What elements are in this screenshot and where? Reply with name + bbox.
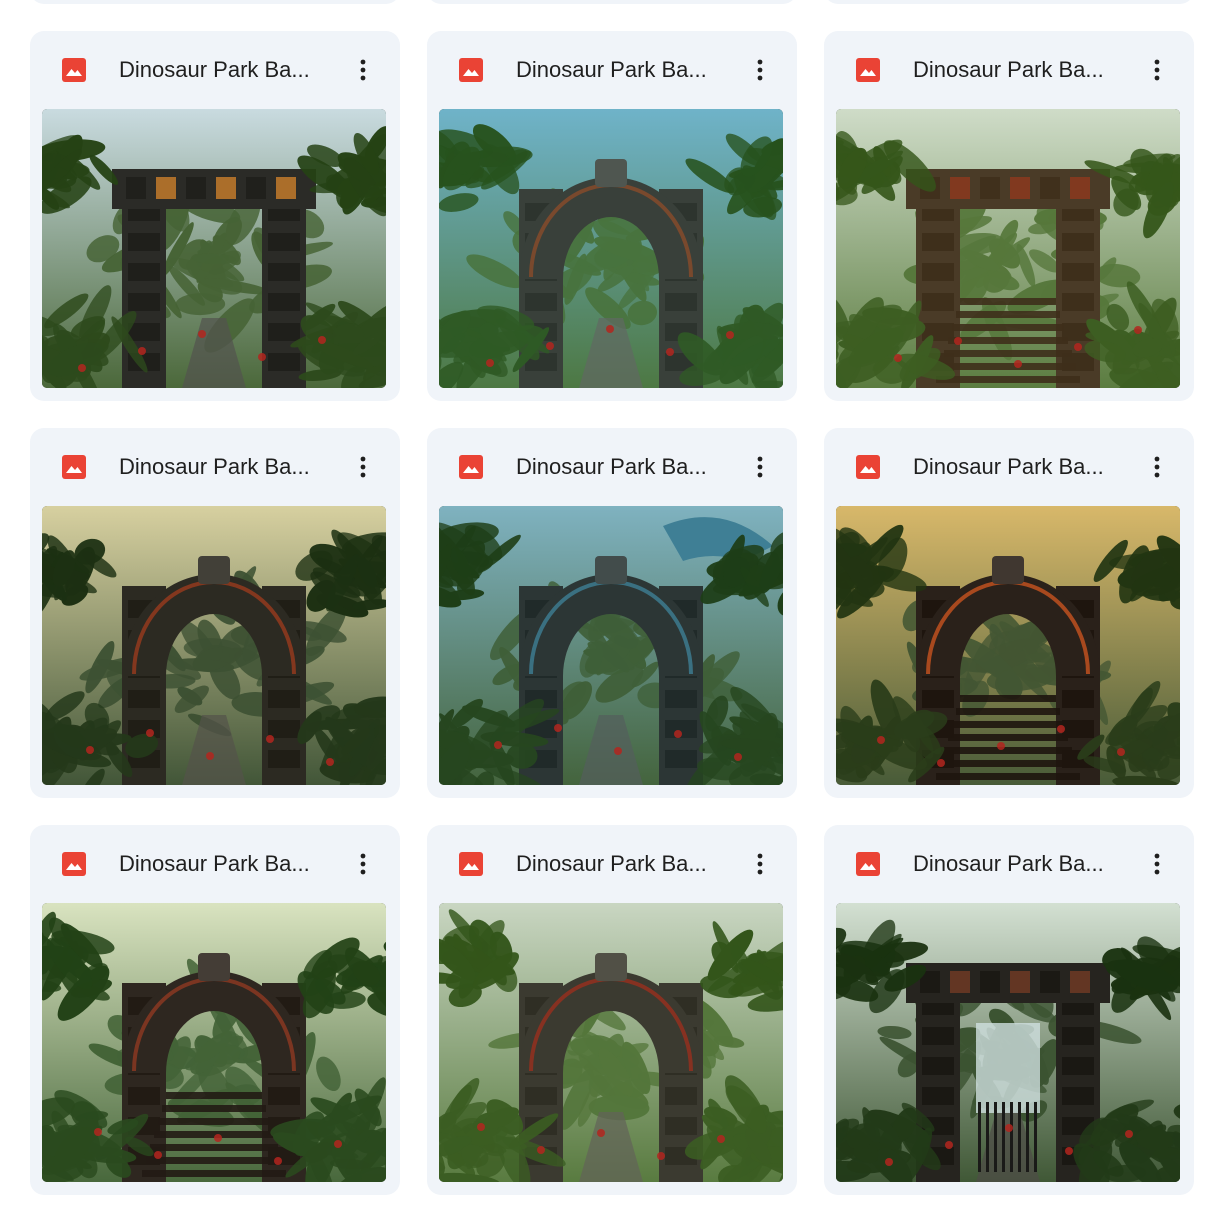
file-card[interactable]: Dinosaur Park Ba...	[824, 428, 1194, 798]
file-thumbnail[interactable]	[836, 506, 1180, 785]
file-card[interactable]: Dinosaur Park Ba...	[427, 428, 797, 798]
card-header: Dinosaur Park Ba...	[427, 825, 797, 903]
file-name: Dinosaur Park Ba...	[516, 851, 707, 876]
image-file-icon	[856, 852, 880, 876]
image-file-icon	[856, 58, 880, 82]
thumbnail-art	[439, 109, 783, 388]
thumbnail-art	[42, 506, 386, 785]
file-thumbnail[interactable]	[42, 903, 386, 1182]
file-thumbnail[interactable]	[439, 903, 783, 1182]
image-file-icon	[62, 852, 86, 876]
thumbnail-art	[42, 109, 386, 388]
card-header: Dinosaur Park Ba...	[30, 31, 400, 109]
thumbnail-art	[836, 506, 1180, 785]
image-file-icon	[459, 455, 483, 479]
image-file-icon	[62, 455, 86, 479]
thumbnail-art	[439, 506, 783, 785]
more-vert-icon[interactable]	[743, 53, 777, 87]
file-name: Dinosaur Park Ba...	[119, 851, 310, 876]
card-header: Dinosaur Park Ba...	[30, 825, 400, 903]
file-card[interactable]: Dinosaur Park Ba...	[30, 428, 400, 798]
thumbnail-art	[836, 903, 1180, 1182]
more-vert-icon[interactable]	[1140, 450, 1174, 484]
more-vert-icon[interactable]	[1140, 53, 1174, 87]
thumbnail-art	[42, 903, 386, 1182]
file-thumbnail[interactable]	[836, 109, 1180, 388]
file-card[interactable]: Dinosaur Park Ba...	[824, 825, 1194, 1195]
file-thumbnail[interactable]	[42, 506, 386, 785]
partial-card-above[interactable]	[30, 0, 400, 4]
file-name: Dinosaur Park Ba...	[516, 57, 707, 82]
thumbnail-art	[836, 109, 1180, 388]
more-vert-icon[interactable]	[346, 847, 380, 881]
file-thumbnail[interactable]	[439, 109, 783, 388]
more-vert-icon[interactable]	[743, 847, 777, 881]
more-vert-icon[interactable]	[743, 450, 777, 484]
image-file-icon	[459, 852, 483, 876]
image-file-icon	[62, 58, 86, 82]
file-thumbnail[interactable]	[439, 506, 783, 785]
image-file-icon	[459, 58, 483, 82]
file-grid: Dinosaur Park Ba... Dinosaur Park Ba...	[30, 31, 1194, 1195]
image-file-icon	[856, 455, 880, 479]
partial-card-above[interactable]	[427, 0, 797, 4]
file-thumbnail[interactable]	[836, 903, 1180, 1182]
more-vert-icon[interactable]	[346, 53, 380, 87]
file-name: Dinosaur Park Ba...	[119, 454, 310, 479]
partial-card-above[interactable]	[824, 0, 1194, 4]
file-grid-view: Dinosaur Park Ba... Dinosaur Park Ba...	[0, 0, 1210, 1206]
card-header: Dinosaur Park Ba...	[30, 428, 400, 506]
file-name: Dinosaur Park Ba...	[913, 851, 1104, 876]
file-name: Dinosaur Park Ba...	[119, 57, 310, 82]
file-card[interactable]: Dinosaur Park Ba...	[30, 31, 400, 401]
file-card[interactable]: Dinosaur Park Ba...	[427, 825, 797, 1195]
card-header: Dinosaur Park Ba...	[427, 428, 797, 506]
thumbnail-art	[439, 903, 783, 1182]
card-header: Dinosaur Park Ba...	[824, 31, 1194, 109]
file-name: Dinosaur Park Ba...	[913, 57, 1104, 82]
card-header: Dinosaur Park Ba...	[427, 31, 797, 109]
file-card[interactable]: Dinosaur Park Ba...	[30, 825, 400, 1195]
file-card[interactable]: Dinosaur Park Ba...	[427, 31, 797, 401]
more-vert-icon[interactable]	[1140, 847, 1174, 881]
file-name: Dinosaur Park Ba...	[913, 454, 1104, 479]
card-header: Dinosaur Park Ba...	[824, 825, 1194, 903]
more-vert-icon[interactable]	[346, 450, 380, 484]
file-name: Dinosaur Park Ba...	[516, 454, 707, 479]
file-card[interactable]: Dinosaur Park Ba...	[824, 31, 1194, 401]
card-header: Dinosaur Park Ba...	[824, 428, 1194, 506]
file-thumbnail[interactable]	[42, 109, 386, 388]
